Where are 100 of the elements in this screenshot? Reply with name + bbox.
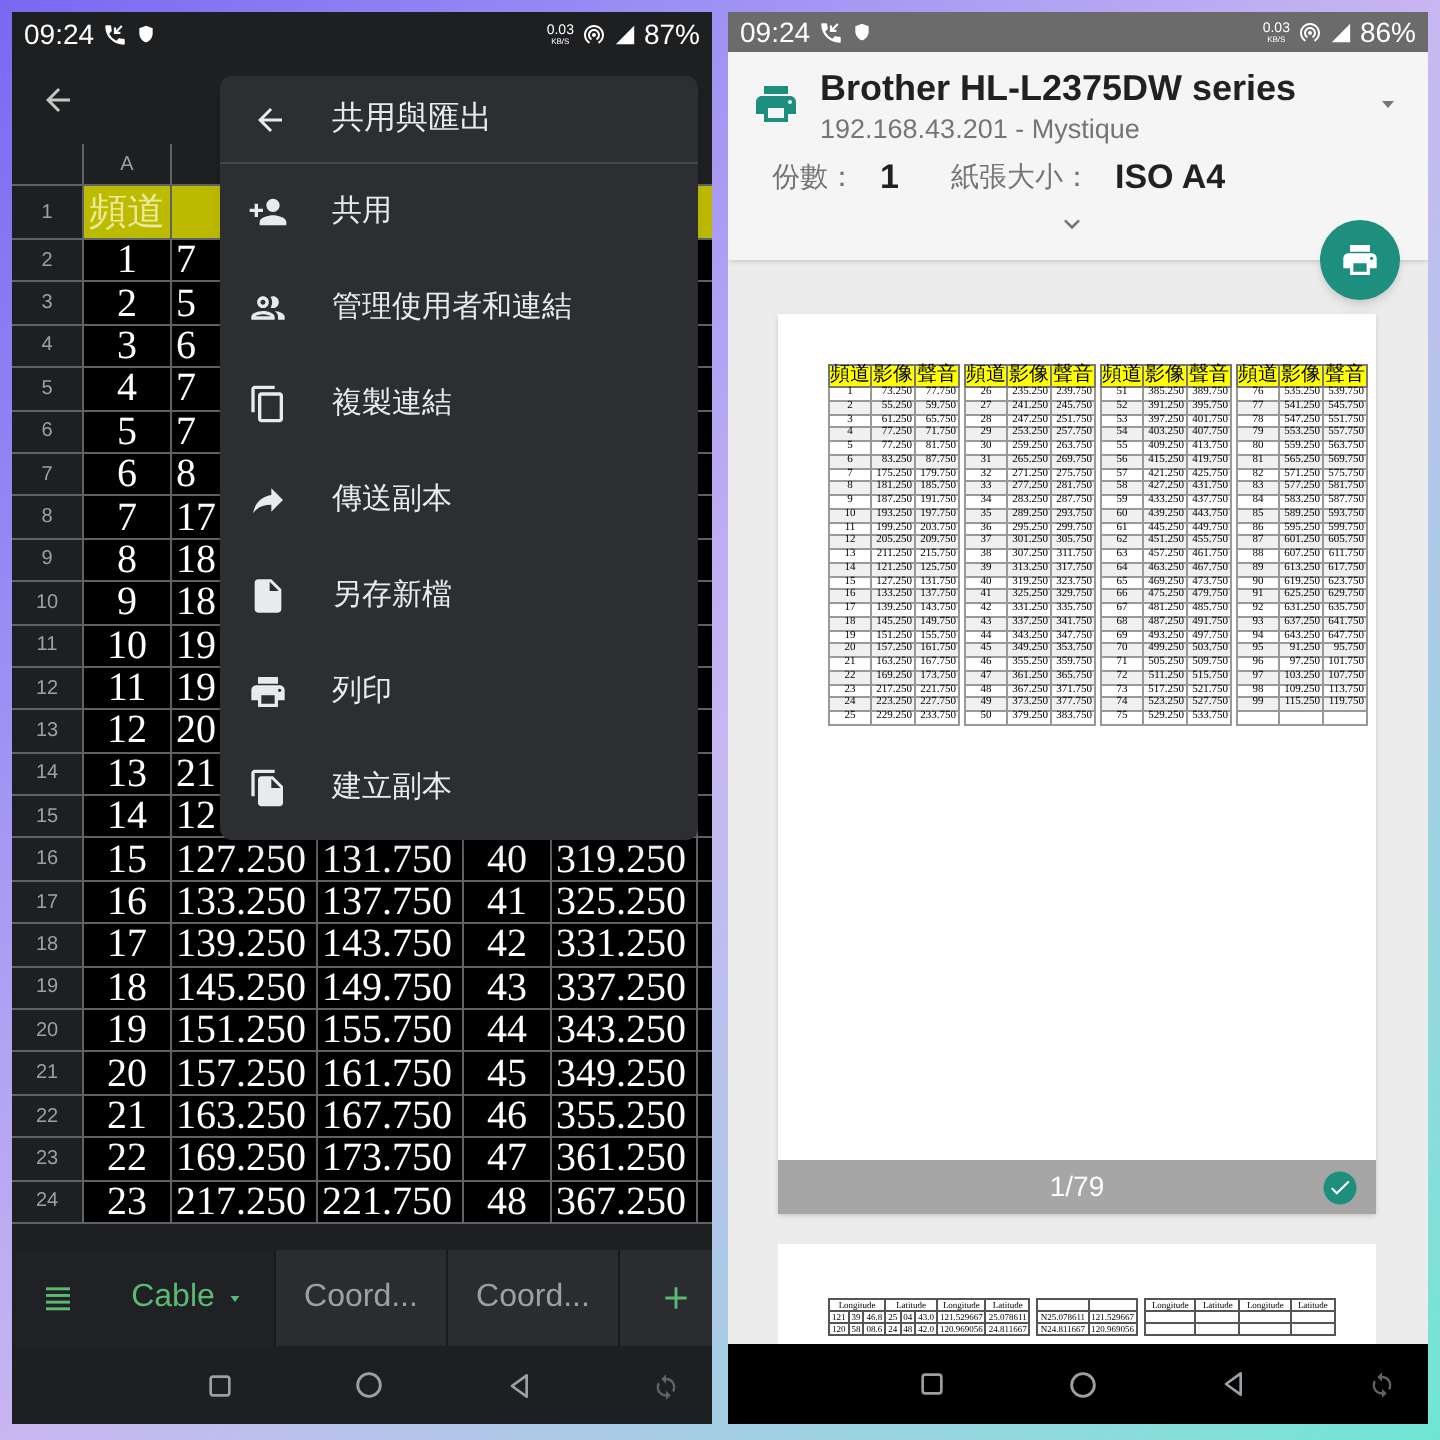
table-cell[interactable]: 319.250 <box>552 838 698 880</box>
table-cell[interactable]: 15 <box>84 838 172 880</box>
table-cell[interactable]: 47 <box>464 1138 552 1180</box>
table-cell[interactable]: 18 <box>84 967 172 1009</box>
table-cell[interactable]: 221.750 <box>318 1181 464 1222</box>
row-number[interactable]: 1 <box>41 197 53 227</box>
table-cell[interactable]: 2 <box>84 282 172 324</box>
table-cell[interactable]: 5 <box>84 411 172 452</box>
table-cell[interactable]: 3 <box>84 325 172 367</box>
table-cell[interactable]: 40 <box>464 838 552 880</box>
menu-item[interactable]: 建立副本 <box>220 740 698 836</box>
row-number[interactable]: 9 <box>41 544 53 575</box>
table-cell[interactable]: 155.750 <box>318 1010 464 1051</box>
copies-value[interactable]: 1 <box>880 152 899 203</box>
table-cell[interactable]: 1 <box>84 240 172 281</box>
table-cell[interactable]: 349.250 <box>552 1052 698 1094</box>
recents-button[interactable] <box>916 1368 948 1400</box>
table-cell[interactable]: 13 <box>84 753 172 795</box>
table-cell[interactable]: 137.750 <box>318 881 464 923</box>
sheets-list-icon[interactable] <box>41 1282 73 1314</box>
table-cell[interactable]: 157.250 <box>172 1052 318 1094</box>
table-cell[interactable]: 9 <box>84 582 172 624</box>
row-number[interactable]: 22 <box>35 1101 59 1131</box>
table-cell[interactable]: 8 <box>84 539 172 581</box>
table-cell[interactable]: 355.250 <box>552 1095 698 1137</box>
row-number[interactable]: 19 <box>35 972 59 1003</box>
row-number[interactable]: 5 <box>41 373 53 404</box>
rotate-icon[interactable] <box>1368 1370 1396 1398</box>
table-cell[interactable]: 167.750 <box>318 1095 464 1137</box>
paper-size-value[interactable]: ISO A4 <box>1114 152 1226 203</box>
table-cell[interactable]: 19 <box>84 1010 172 1051</box>
table-cell[interactable]: 131.750 <box>318 838 464 880</box>
page-preview[interactable] <box>778 314 1376 1214</box>
table-cell[interactable]: 20 <box>84 1052 172 1094</box>
row-number[interactable]: 10 <box>35 587 59 618</box>
table-cell[interactable]: 41 <box>464 881 552 923</box>
page-selected-checkbox[interactable] <box>1322 1170 1358 1206</box>
row-number[interactable]: 3 <box>41 288 53 319</box>
table-cell[interactable]: 337.250 <box>552 967 698 1009</box>
sheet-tab[interactable]: Coord... <box>274 1250 446 1346</box>
home-button[interactable] <box>352 1368 387 1402</box>
row-number[interactable]: 21 <box>35 1058 59 1089</box>
table-cell[interactable]: 16 <box>84 881 172 923</box>
column-header[interactable]: A <box>120 149 134 179</box>
row-number[interactable]: 16 <box>35 844 59 875</box>
row-number[interactable]: 15 <box>35 801 59 832</box>
menu-item[interactable]: 列印 <box>220 644 698 740</box>
row-number[interactable]: 4 <box>41 330 53 361</box>
table-cell[interactable]: 139.250 <box>172 924 318 966</box>
row-number[interactable]: 6 <box>41 416 53 447</box>
table-cell[interactable]: 21 <box>84 1095 172 1137</box>
table-cell[interactable]: 7 <box>84 496 172 538</box>
add-sheet-icon[interactable] <box>660 1282 692 1314</box>
row-number[interactable]: 13 <box>35 715 59 746</box>
table-cell[interactable]: 361.250 <box>552 1138 698 1180</box>
row-number[interactable]: 18 <box>35 929 59 960</box>
table-cell[interactable]: 325.250 <box>552 881 698 923</box>
table-cell[interactable]: 143.750 <box>318 924 464 966</box>
table-cell[interactable]: 173.750 <box>318 1138 464 1180</box>
table-cell[interactable]: 331.250 <box>552 924 698 966</box>
table-cell[interactable]: 11 <box>84 667 172 709</box>
table-cell[interactable]: 44 <box>464 1010 552 1051</box>
row-number[interactable]: 12 <box>35 673 59 704</box>
table-cell[interactable]: 217.250 <box>172 1181 318 1222</box>
table-cell[interactable]: 23 <box>84 1181 172 1222</box>
menu-item[interactable]: 傳送副本 <box>220 452 698 548</box>
table-cell[interactable]: 12 <box>84 710 172 752</box>
table-cell[interactable]: 161.750 <box>318 1052 464 1094</box>
table-cell[interactable]: 43 <box>464 967 552 1009</box>
table-cell[interactable]: 169.250 <box>172 1138 318 1180</box>
row-number[interactable]: 14 <box>35 758 59 789</box>
home-button[interactable] <box>1066 1367 1100 1401</box>
row-number[interactable]: 20 <box>35 1015 59 1046</box>
table-cell[interactable]: 149.750 <box>318 967 464 1009</box>
menu-item[interactable]: 另存新檔 <box>220 548 698 644</box>
table-cell[interactable]: 127.250 <box>172 838 318 880</box>
menu-item[interactable]: 管理使用者和連結 <box>220 260 698 356</box>
table-cell[interactable]: 145.250 <box>172 967 318 1009</box>
menu-item[interactable]: 共用 <box>220 164 698 260</box>
row-number[interactable]: 8 <box>41 502 53 533</box>
table-cell[interactable]: 42 <box>464 924 552 966</box>
row-number[interactable]: 23 <box>35 1143 59 1174</box>
table-cell[interactable]: 151.250 <box>172 1010 318 1051</box>
row-number[interactable]: 17 <box>35 887 59 918</box>
menu-item[interactable]: 複製連結 <box>220 356 698 452</box>
table-cell[interactable]: 17 <box>84 924 172 966</box>
table-cell[interactable]: 45 <box>464 1052 552 1094</box>
table-cell[interactable]: 6 <box>84 453 172 495</box>
printer-name[interactable]: Brother HL-L2375DW series <box>820 64 1376 112</box>
table-cell[interactable]: 163.250 <box>172 1095 318 1137</box>
table-cell[interactable]: 22 <box>84 1138 172 1180</box>
sheet-tab[interactable]: Coord... <box>446 1250 618 1346</box>
row-number[interactable]: 7 <box>41 459 53 490</box>
row-number[interactable]: 11 <box>36 630 58 661</box>
rotate-icon[interactable] <box>651 1371 680 1399</box>
table-cell[interactable]: 14 <box>84 796 172 837</box>
table-cell[interactable]: 367.250 <box>552 1181 698 1222</box>
table-cell[interactable]: 46 <box>464 1095 552 1137</box>
table-cell[interactable]: 10 <box>84 625 172 666</box>
table-cell[interactable]: 133.250 <box>172 881 318 923</box>
